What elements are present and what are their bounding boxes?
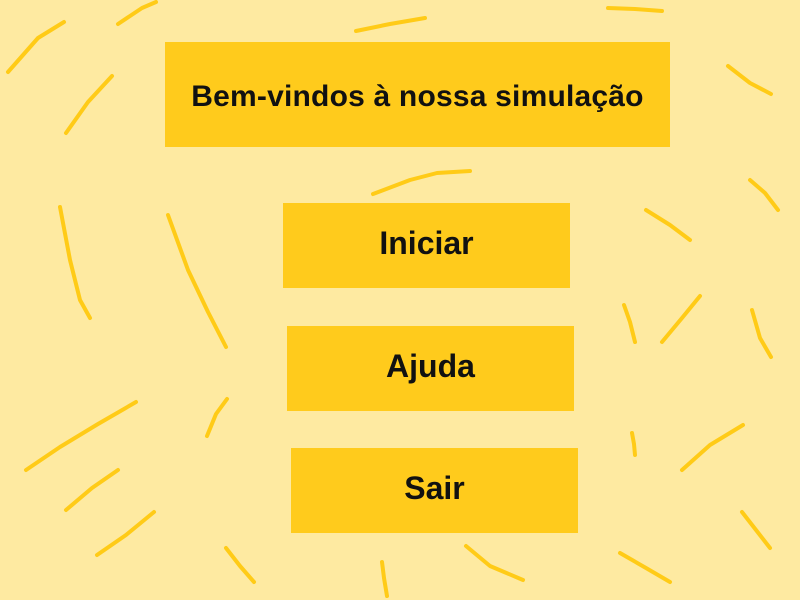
squiggle-line: [630, 431, 637, 457]
help-button[interactable]: Ajuda: [287, 326, 574, 411]
squiggle-line: [464, 544, 525, 582]
squiggle-line: [6, 20, 66, 74]
squiggle-line: [58, 205, 92, 320]
squiggle-line: [354, 16, 427, 33]
squiggle-line: [622, 303, 637, 344]
squiggle-line: [748, 178, 780, 212]
title-banner: Bem-vindos à nossa simulação: [165, 42, 670, 147]
squiggle-line: [660, 294, 702, 344]
squiggle-line: [644, 208, 692, 242]
squiggle-line: [680, 423, 745, 472]
page-title: Bem-vindos à nossa simulação: [191, 79, 644, 113]
squiggle-line: [24, 400, 138, 472]
squiggle-line: [64, 74, 114, 135]
squiggle-line: [166, 213, 228, 349]
squiggle-line: [205, 397, 229, 438]
squiggle-line: [740, 510, 772, 550]
start-button-label: Iniciar: [379, 225, 474, 261]
squiggle-line: [606, 6, 664, 13]
help-button-label: Ajuda: [386, 348, 475, 384]
squiggle-line: [726, 64, 773, 96]
squiggle-line: [95, 510, 156, 557]
squiggle-line: [64, 468, 120, 512]
exit-button[interactable]: Sair: [291, 448, 578, 533]
squiggle-line: [750, 308, 773, 359]
start-button[interactable]: Iniciar: [283, 203, 570, 288]
exit-button-label: Sair: [404, 470, 465, 506]
squiggle-line: [116, 0, 158, 26]
squiggle-line: [618, 551, 672, 584]
squiggle-line: [371, 169, 472, 196]
squiggle-line: [224, 546, 256, 584]
squiggle-line: [380, 560, 389, 598]
